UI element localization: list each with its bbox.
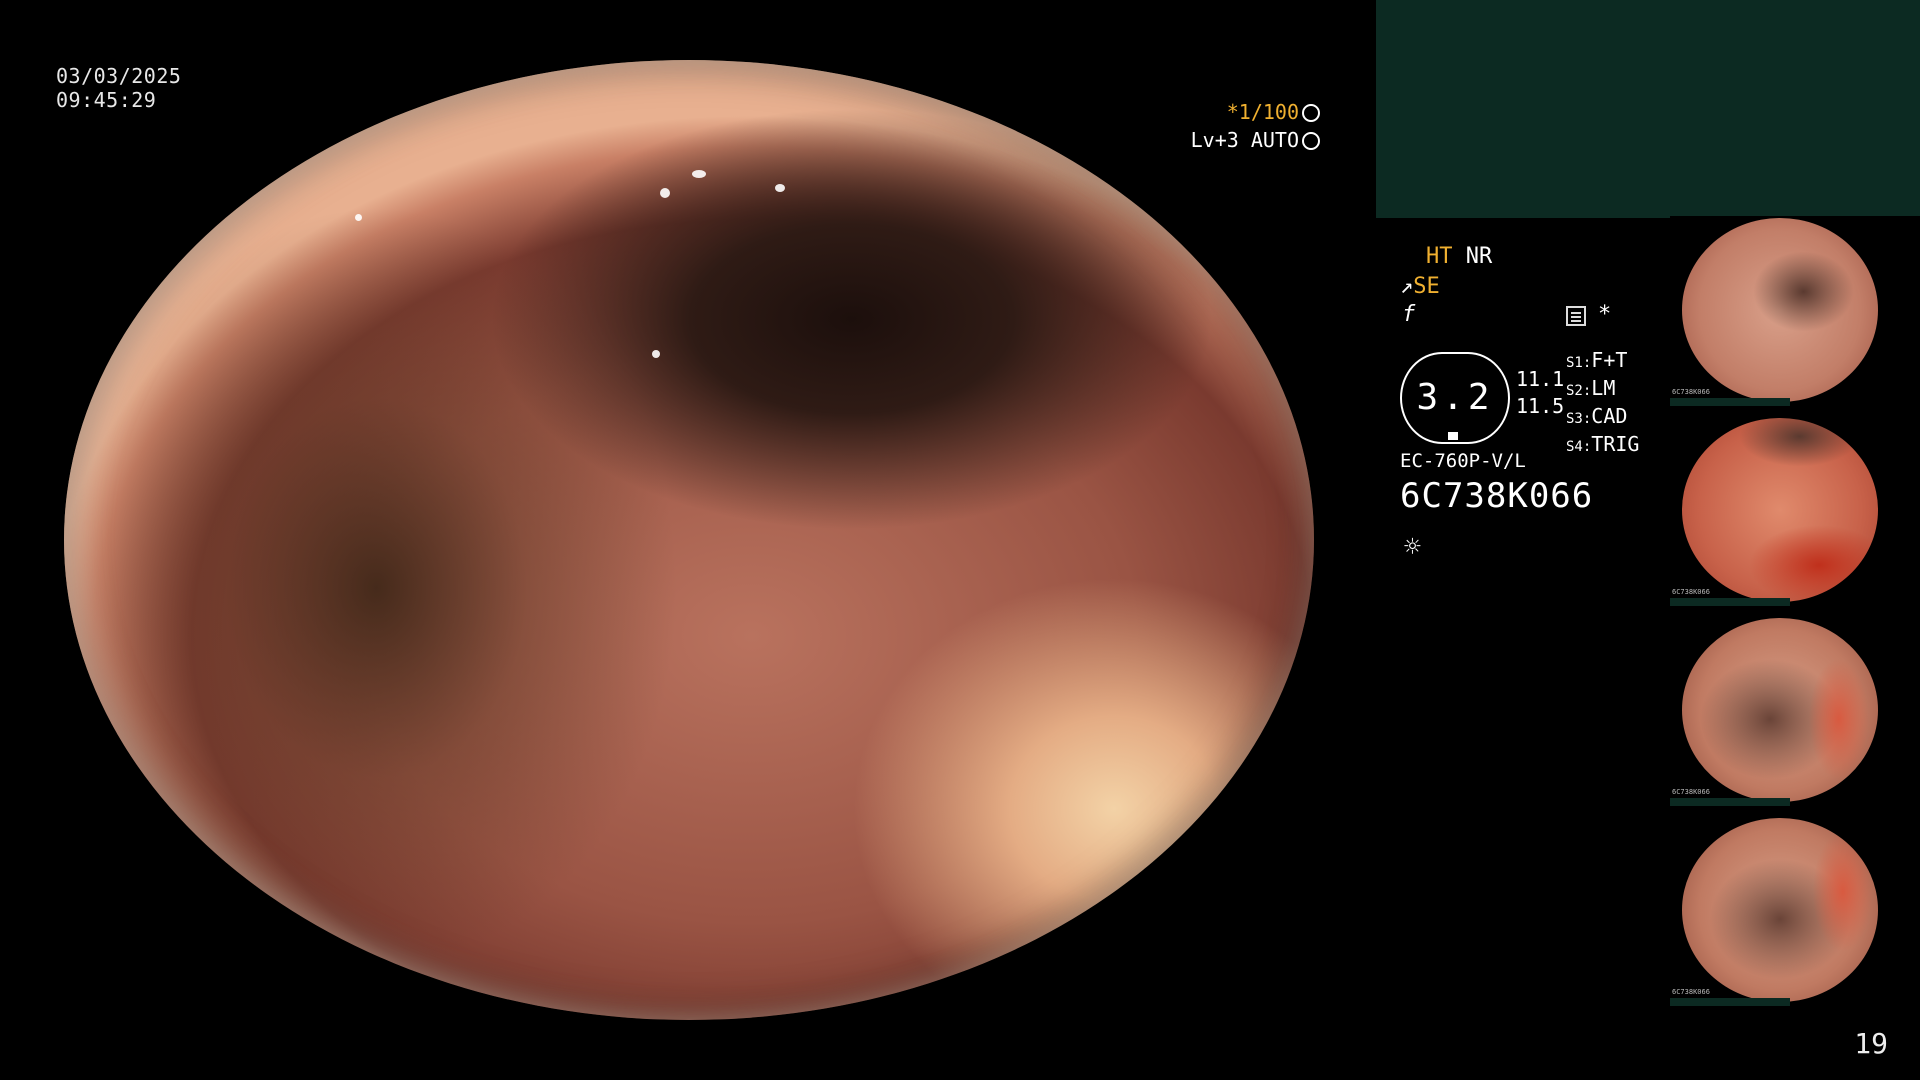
menu-icon <box>1566 306 1586 326</box>
date-label: 03/03/2025 <box>56 64 182 88</box>
thumbnail[interactable]: 6C738K066 <box>1670 616 1920 806</box>
scope-serial: 6C738K066 <box>1400 476 1594 516</box>
hex-readout: 3.2 <box>1400 352 1510 444</box>
f-symbol-icon: f <box>1402 302 1416 327</box>
thumbnail[interactable]: 6C738K066 <box>1670 816 1920 1006</box>
thumbnail-label: 6C738K066 <box>1672 588 1710 596</box>
auto-iris-icon <box>1302 132 1320 150</box>
thumbnail[interactable]: 6C738K066 <box>1670 416 1920 606</box>
specular-highlight <box>692 170 706 178</box>
value-readouts: 11.1 11.5 <box>1516 366 1564 420</box>
thumbnail[interactable]: 6C738K066 <box>1670 216 1920 406</box>
endoscope-image <box>64 60 1314 1020</box>
value-1: 11.1 <box>1516 367 1565 391</box>
switch-list: S1:F+T S2:LM S3:CAD S4:TRIG <box>1566 348 1639 460</box>
specular-highlight <box>775 184 785 192</box>
date-time-stamp: 03/03/2025 09:45:29 <box>56 64 181 112</box>
se-indicator: SE <box>1413 274 1440 299</box>
star-indicator: * <box>1598 302 1612 327</box>
se-symbol-icon: ↗ <box>1400 274 1414 299</box>
nr-indicator: NR <box>1465 244 1493 269</box>
switch-item: S1:F+T <box>1566 348 1628 372</box>
thumbnail-label: 6C738K066 <box>1672 788 1710 796</box>
page-number: 19 <box>1854 1027 1888 1060</box>
sun-icon: ☼ <box>1404 530 1421 563</box>
specular-highlight <box>652 350 660 358</box>
exposure-readout: *1/100 Lv+3 AUTO <box>1191 98 1320 154</box>
scope-model: EC-760P-V/L <box>1400 450 1526 472</box>
thumbnail-label: 6C738K066 <box>1672 988 1710 996</box>
ht-indicator: HT <box>1426 244 1453 269</box>
light-level: Lv+3 AUTO <box>1190 128 1299 152</box>
shutter-icon <box>1302 104 1320 122</box>
switch-item: S2:LM <box>1566 376 1616 400</box>
value-2: 11.5 <box>1516 394 1565 418</box>
switch-item: S4:TRIG <box>1566 432 1640 456</box>
specular-highlight <box>355 214 362 221</box>
side-banner <box>1376 0 1920 218</box>
switch-item: S3:CAD <box>1566 404 1628 428</box>
hex-marker <box>1448 432 1458 440</box>
specular-highlight <box>660 188 670 198</box>
time-label: 09:45:29 <box>56 88 157 112</box>
shutter-speed: *1/100 <box>1226 100 1299 124</box>
thumbnail-label: 6C738K066 <box>1672 388 1710 396</box>
